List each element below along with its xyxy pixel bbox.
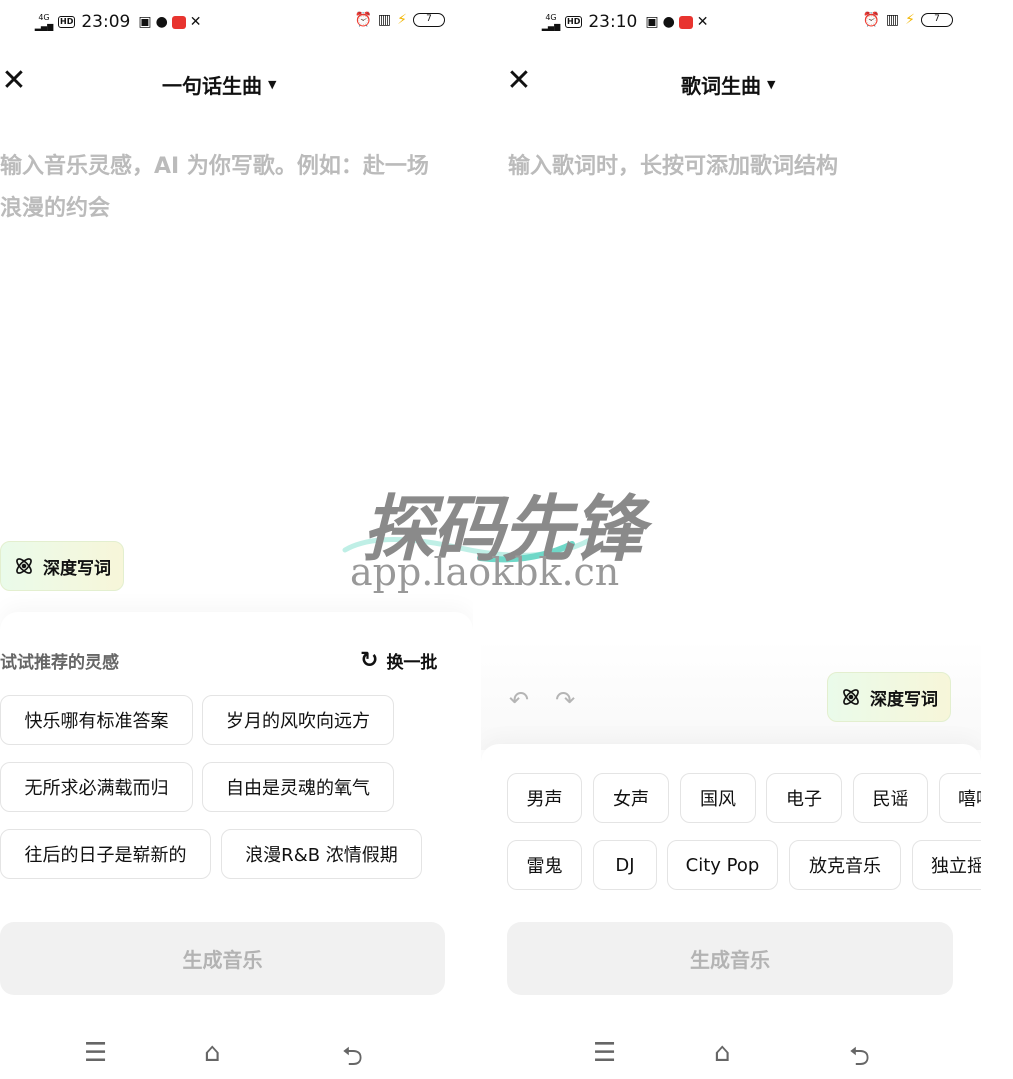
app-notification-icon	[678, 15, 693, 29]
battery-icon: 7	[921, 13, 953, 27]
home-icon[interactable]: ⌂	[204, 1038, 221, 1068]
header: ✕ 歌词生曲 ▼	[481, 62, 981, 102]
atom-icon	[843, 689, 859, 705]
signal-icon: 4G ▂▄▆	[34, 13, 54, 31]
style-chip[interactable]: 嘻哈	[939, 773, 981, 823]
alarm-icon: ⏰	[354, 12, 372, 28]
inspire-label: 试试推荐的灵感	[0, 653, 119, 673]
style-chip[interactable]: 放克音乐	[789, 840, 901, 890]
redo-icon[interactable]: ↷	[555, 686, 575, 714]
style-chip[interactable]: 国风	[680, 773, 756, 823]
suggestion-chip[interactable]: 无所求必满载而归	[0, 762, 193, 812]
network-label: 4G	[545, 13, 557, 22]
refresh-icon: ↻	[360, 647, 379, 673]
style-chip[interactable]: City Pop	[667, 840, 778, 890]
undo-icon[interactable]: ↶	[509, 686, 529, 714]
lyrics-input[interactable]: 输入歌词时，长按可添加歌词结构	[508, 146, 948, 188]
mail-icon: ▣	[138, 14, 152, 30]
navigation-bar: ☰ ⌂ ⮌	[0, 1034, 473, 1072]
tools-icon: ✕	[696, 14, 709, 30]
style-chip[interactable]: 女声	[593, 773, 669, 823]
header: ✕ 一句话生曲 ▼	[0, 62, 473, 102]
tools-icon: ✕	[189, 14, 202, 30]
charging-icon: ⚡	[397, 12, 407, 28]
navigation-bar: ☰ ⌂ ⮌	[481, 1034, 981, 1072]
caret-down-icon: ▼	[767, 78, 776, 91]
style-chip[interactable]: DJ	[593, 840, 657, 890]
chat-icon: ●	[662, 14, 675, 30]
alarm-icon: ⏰	[862, 12, 880, 28]
status-time: 23:09	[81, 12, 131, 32]
mode-selector[interactable]: 一句话生曲 ▼	[162, 70, 276, 99]
style-chip[interactable]: 独立摇滚	[912, 840, 981, 890]
home-icon[interactable]: ⌂	[714, 1038, 731, 1068]
close-icon[interactable]: ✕	[505, 66, 533, 98]
caret-down-icon: ▼	[268, 78, 277, 91]
network-label: 4G	[38, 13, 50, 22]
style-chip[interactable]: 民谣	[853, 773, 928, 823]
back-icon[interactable]: ⮌	[849, 1038, 870, 1079]
suggestion-chip[interactable]: 岁月的风吹向远方	[202, 695, 394, 745]
status-bar: 4G ▂▄▆ HD 23:10 ▣ ● ✕ ⏰ ▥ ⚡ 7	[481, 10, 981, 36]
mail-icon: ▣	[645, 14, 659, 30]
suggestion-chip[interactable]: 浪漫R&B 浓情假期	[221, 829, 422, 879]
deep-write-label: 深度写词	[43, 558, 111, 579]
signal-icon: 4G ▂▄▆	[541, 13, 561, 31]
deep-write-label: 深度写词	[870, 689, 938, 710]
screen-lyrics-song: 4G ▂▄▆ HD 23:10 ▣ ● ✕ ⏰ ▥ ⚡ 7 ✕ 歌词生曲 ▼ 输入…	[481, 0, 981, 1079]
mode-title: 一句话生曲	[162, 74, 262, 98]
hd-icon: HD	[565, 16, 583, 28]
hd-icon: HD	[58, 16, 76, 28]
refresh-button[interactable]: ↻ 换一批	[360, 648, 437, 673]
undo-redo-controls: ↶ ↷	[509, 686, 575, 714]
suggestion-chip[interactable]: 往后的日子是崭新的	[0, 829, 211, 879]
vibrate-icon: ▥	[885, 12, 900, 28]
close-icon[interactable]: ✕	[0, 66, 28, 98]
vibrate-icon: ▥	[377, 12, 392, 28]
back-icon[interactable]: ⮌	[342, 1038, 363, 1079]
suggestion-chip[interactable]: 快乐哪有标准答案	[0, 695, 193, 745]
style-chip[interactable]: 雷鬼	[507, 840, 582, 890]
menu-icon[interactable]: ☰	[84, 1038, 107, 1068]
deep-write-button[interactable]: 深度写词	[0, 541, 124, 591]
suggestion-chip[interactable]: 自由是灵魂的氧气	[202, 762, 394, 812]
menu-icon[interactable]: ☰	[593, 1038, 616, 1068]
generate-music-button[interactable]: 生成音乐	[0, 922, 445, 995]
mode-selector[interactable]: 歌词生曲 ▼	[681, 70, 775, 99]
generate-music-button[interactable]: 生成音乐	[507, 922, 953, 995]
deep-write-button[interactable]: 深度写词	[827, 672, 951, 722]
app-notification-icon	[171, 15, 186, 29]
style-chip[interactable]: 男声	[507, 773, 582, 823]
battery-icon: 7	[413, 13, 445, 27]
charging-icon: ⚡	[905, 12, 915, 28]
style-chip[interactable]: 电子	[766, 773, 842, 823]
screen-one-sentence-song: 4G ▂▄▆ HD 23:09 ▣ ● ✕ ⏰ ▥ ⚡ 7 ✕ 一句话生曲 ▼ 输…	[0, 0, 473, 1079]
inspiration-input[interactable]: 输入音乐灵感，AI 为你写歌。例如：赴一场浪漫的约会	[0, 146, 445, 230]
atom-icon	[16, 558, 32, 574]
refresh-label: 换一批	[386, 653, 438, 673]
mode-title: 歌词生曲	[681, 74, 761, 98]
chat-icon: ●	[155, 14, 168, 30]
status-time: 23:10	[588, 12, 638, 32]
status-bar: 4G ▂▄▆ HD 23:09 ▣ ● ✕ ⏰ ▥ ⚡ 7	[0, 10, 473, 36]
